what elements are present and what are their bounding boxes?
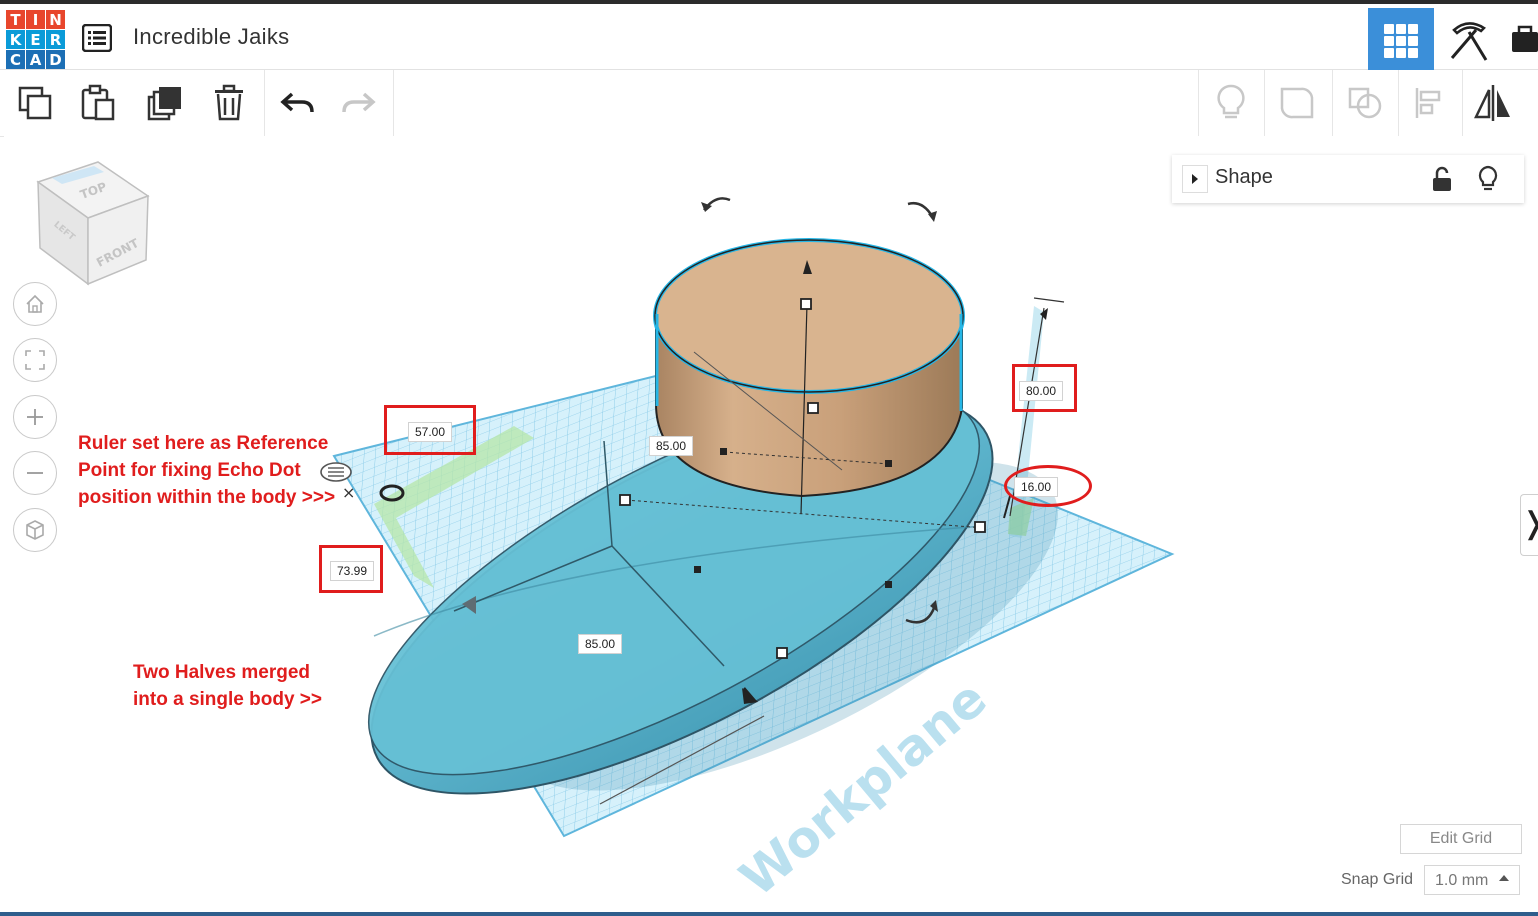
group-icon[interactable] bbox=[1270, 78, 1324, 128]
unlock-icon[interactable] bbox=[1431, 166, 1453, 192]
handle-top[interactable] bbox=[800, 298, 812, 310]
briefcase-icon[interactable] bbox=[1510, 24, 1538, 54]
merge-annotation: Two Halves merged into a single body >> bbox=[133, 662, 322, 710]
logo-letter: T bbox=[6, 10, 25, 29]
ungroup-icon[interactable] bbox=[1338, 78, 1392, 128]
ellipse-width-value[interactable]: 85.00 bbox=[578, 634, 623, 654]
handle-front[interactable] bbox=[776, 647, 788, 659]
handle-right[interactable] bbox=[974, 521, 986, 533]
fit-view-icon bbox=[25, 350, 45, 370]
logo-letter: C bbox=[6, 50, 25, 69]
logo-letter: E bbox=[26, 30, 45, 49]
paste-icon[interactable] bbox=[71, 78, 125, 128]
snap-grid-label: Snap Grid bbox=[1341, 871, 1414, 888]
mirror-icon[interactable] bbox=[1466, 78, 1520, 128]
3d-viewport[interactable]: Workplane × TOP FRONT LEFT 57.00 73.99 8… bbox=[4, 136, 1538, 916]
edit-toolbar bbox=[0, 70, 1538, 137]
zoom-in-button[interactable] bbox=[13, 395, 57, 439]
chevron-up-icon bbox=[1499, 875, 1509, 881]
zoom-out-button[interactable] bbox=[13, 451, 57, 495]
copy-icon[interactable] bbox=[8, 78, 62, 128]
handle-left[interactable] bbox=[619, 494, 631, 506]
logo-letter: D bbox=[46, 50, 65, 69]
cylinder-diameter-value[interactable]: 85.00 bbox=[649, 436, 694, 456]
expand-caret-icon[interactable] bbox=[1182, 165, 1208, 193]
logo-letter: R bbox=[46, 30, 65, 49]
zoom-in-icon bbox=[27, 409, 43, 425]
handle-center[interactable] bbox=[807, 402, 819, 414]
svg-text:×: × bbox=[342, 483, 355, 502]
home-icon bbox=[26, 294, 44, 313]
lightbulb-icon[interactable] bbox=[1204, 78, 1258, 128]
home-view-button[interactable] bbox=[13, 282, 57, 326]
snap-grid-select[interactable]: 1.0 mm bbox=[1424, 865, 1520, 895]
list-icon[interactable] bbox=[81, 23, 113, 53]
logo-letter: K bbox=[6, 30, 25, 49]
shape-panel-title: Shape bbox=[1215, 166, 1273, 188]
undo-icon[interactable] bbox=[270, 78, 324, 128]
pickaxe-icon bbox=[1450, 22, 1488, 61]
grid-view-icon bbox=[1384, 24, 1418, 58]
align-icon[interactable] bbox=[1402, 78, 1456, 128]
bottom-border bbox=[0, 912, 1538, 916]
collapse-panel-tab[interactable]: ❭ bbox=[1520, 494, 1538, 556]
view-cube[interactable]: TOP FRONT LEFT bbox=[36, 161, 150, 286]
zoom-out-icon bbox=[27, 472, 43, 474]
redo-icon[interactable] bbox=[332, 78, 386, 128]
annotation-box-height bbox=[1012, 364, 1077, 412]
edit-grid-button[interactable]: Edit Grid bbox=[1400, 824, 1522, 854]
logo-letter: N bbox=[46, 10, 65, 29]
hint-lightbulb-icon[interactable] bbox=[1477, 165, 1499, 193]
annotation-box-ruler-x bbox=[384, 405, 476, 455]
perspective-icon bbox=[26, 520, 44, 540]
duplicate-icon[interactable] bbox=[138, 78, 192, 128]
scene-canvas[interactable]: Workplane × TOP FRONT LEFT bbox=[4, 136, 1538, 916]
annotation-circle-elevation bbox=[1004, 465, 1092, 507]
ruler-annotation: Ruler set here as Reference Point for fi… bbox=[78, 433, 336, 508]
logo-letter: A bbox=[26, 50, 45, 69]
shape-inspector[interactable]: Shape bbox=[1172, 155, 1524, 203]
snap-grid-value: 1.0 mm bbox=[1435, 872, 1489, 889]
top-bar: TIN KER CAD Incredible Jaiks bbox=[0, 0, 1538, 74]
fit-view-button[interactable] bbox=[13, 338, 57, 382]
delete-icon[interactable] bbox=[202, 78, 256, 128]
build-mode-button[interactable] bbox=[1436, 8, 1502, 74]
annotation-box-ruler-y bbox=[319, 545, 383, 593]
design-title[interactable]: Incredible Jaiks bbox=[133, 24, 289, 50]
tinkercad-logo[interactable]: TIN KER CAD bbox=[6, 10, 66, 70]
perspective-button[interactable] bbox=[13, 508, 57, 552]
grid-view-button[interactable] bbox=[1368, 8, 1434, 74]
logo-letter: I bbox=[26, 10, 45, 29]
